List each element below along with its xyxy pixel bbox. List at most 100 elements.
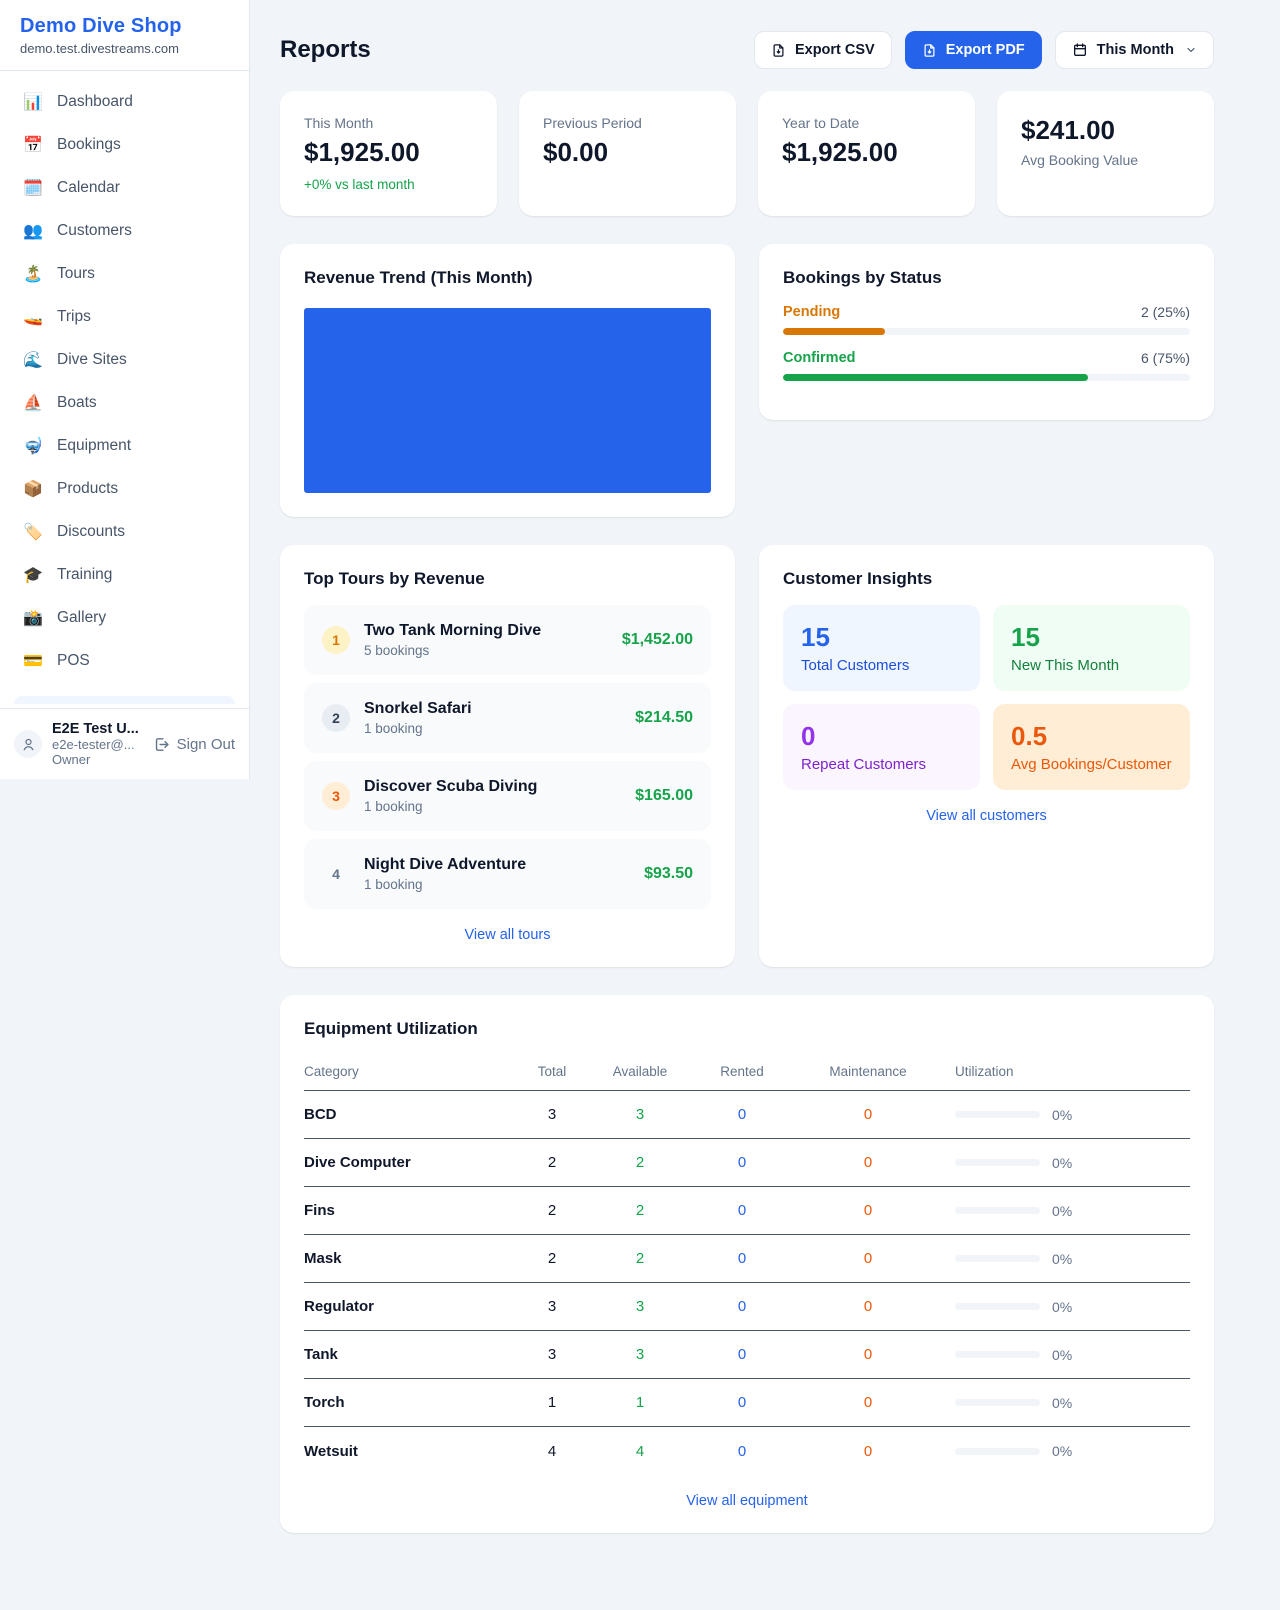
- cell-category: Torch: [304, 1394, 504, 1411]
- view-all-customers-link[interactable]: View all customers: [783, 808, 1190, 824]
- equipment-table-header: Category Total Available Rented Maintena…: [304, 1053, 1190, 1091]
- sidebar-item-dashboard[interactable]: 📊Dashboard: [0, 80, 249, 123]
- rank-badge: 2: [322, 704, 350, 732]
- sidebar-item-products[interactable]: 📦Products: [0, 467, 249, 510]
- tour-name: Snorkel Safari: [364, 700, 621, 718]
- tour-info: Snorkel Safari 1 booking: [364, 700, 621, 736]
- tour-name: Discover Scuba Diving: [364, 778, 621, 796]
- sidebar-item-gallery[interactable]: 📸Gallery: [0, 596, 249, 639]
- table-row: Dive Computer 2 2 0 0 0%: [304, 1139, 1190, 1187]
- tile-value: 15: [801, 622, 962, 653]
- sidebar-item-trips[interactable]: 🚤Trips: [0, 295, 249, 338]
- shop-domain: demo.test.divestreams.com: [20, 41, 229, 56]
- sidebar-item-customers[interactable]: 👥Customers: [0, 209, 249, 252]
- tile-label: New This Month: [1011, 657, 1172, 674]
- utilization-bar-track: [955, 1207, 1040, 1214]
- sidebar-item-discounts[interactable]: 🏷️Discounts: [0, 510, 249, 553]
- utilization-bar-track: [955, 1351, 1040, 1358]
- cell-rented: 0: [680, 1443, 804, 1460]
- col-utilization: Utilization: [932, 1064, 1190, 1079]
- sidebar-header: Demo Dive Shop demo.test.divestreams.com: [0, 0, 249, 71]
- view-all-equipment-link[interactable]: View all equipment: [304, 1493, 1190, 1509]
- tile-value: 15: [1011, 622, 1172, 653]
- sidebar-item-label: Dive Sites: [57, 351, 127, 369]
- tour-name: Two Tank Morning Dive: [364, 622, 608, 640]
- user-name: E2E Test U...: [52, 721, 143, 737]
- status-bar-track: [783, 328, 1190, 335]
- top-tours-title: Top Tours by Revenue: [304, 569, 711, 589]
- cell-total: 3: [504, 1106, 600, 1123]
- status-bar-track: [783, 374, 1190, 381]
- view-all-tours-link[interactable]: View all tours: [304, 927, 711, 943]
- tile-label: Total Customers: [801, 657, 962, 674]
- cell-utilization: 0%: [932, 1251, 1190, 1267]
- stat-value: $1,925.00: [304, 137, 473, 168]
- cell-rented: 0: [680, 1154, 804, 1171]
- main-content: Reports Export CSV Export PDF This Month…: [250, 0, 1280, 1593]
- status-line-pending: Pending 2 (25%): [783, 304, 1190, 320]
- tile-avg-bookings-customer: 0.5 Avg Bookings/Customer: [993, 704, 1190, 790]
- cell-maintenance: 0: [804, 1106, 932, 1123]
- export-pdf-button[interactable]: Export PDF: [905, 31, 1042, 69]
- cell-total: 1: [504, 1394, 600, 1411]
- cell-available: 1: [600, 1394, 680, 1411]
- sidebar-item-boats[interactable]: ⛵Boats: [0, 381, 249, 424]
- tour-row: 2 Snorkel Safari 1 booking $214.50: [304, 683, 711, 753]
- sidebar-item-label: Equipment: [57, 437, 131, 455]
- tour-row: 1 Two Tank Morning Dive 5 bookings $1,45…: [304, 605, 711, 675]
- period-select[interactable]: This Month: [1055, 31, 1214, 69]
- sidebar-item-active-partial[interactable]: [14, 696, 235, 704]
- tour-row: 3 Discover Scuba Diving 1 booking $165.0…: [304, 761, 711, 831]
- cell-category: Tank: [304, 1346, 504, 1363]
- sidebar-item-training[interactable]: 🎓Training: [0, 553, 249, 596]
- sidebar-item-label: Boats: [57, 394, 97, 412]
- sidebar-item-label: POS: [57, 652, 90, 670]
- cell-available: 3: [600, 1346, 680, 1363]
- status-label: Confirmed: [783, 350, 856, 366]
- label-tag-icon: 🏷️: [22, 522, 44, 541]
- sidebar-item-dive-sites[interactable]: 🌊Dive Sites: [0, 338, 249, 381]
- sidebar-item-pos[interactable]: 💳 POS: [0, 639, 249, 682]
- revenue-trend-card: Revenue Trend (This Month): [280, 244, 735, 517]
- sidebar-item-equipment[interactable]: 🤿 Equipment: [0, 424, 249, 467]
- cell-utilization: 0%: [932, 1155, 1190, 1171]
- cell-rented: 0: [680, 1346, 804, 1363]
- sign-out-button[interactable]: Sign Out: [153, 736, 235, 753]
- tour-list: 1 Two Tank Morning Dive 5 bookings $1,45…: [304, 605, 711, 909]
- status-list: Pending 2 (25%) Confirmed 6 (75%): [783, 304, 1190, 381]
- package-icon: 📦: [22, 479, 44, 498]
- stat-card-this-month: This Month $1,925.00 +0% vs last month: [280, 91, 497, 216]
- cell-available: 2: [600, 1202, 680, 1219]
- status-line-confirmed: Confirmed 6 (75%): [783, 350, 1190, 366]
- cell-total: 3: [504, 1346, 600, 1363]
- col-rented: Rented: [680, 1064, 804, 1079]
- sidebar-item-bookings[interactable]: 📅Bookings: [0, 123, 249, 166]
- revenue-trend-chart: [304, 308, 711, 493]
- tour-info: Night Dive Adventure 1 booking: [364, 856, 630, 892]
- cell-category: Regulator: [304, 1298, 504, 1315]
- tour-revenue: $165.00: [635, 787, 693, 805]
- table-row: Mask 2 2 0 0 0%: [304, 1235, 1190, 1283]
- sidebar-item-tours[interactable]: 🏝️Tours: [0, 252, 249, 295]
- stat-card-previous-period: Previous Period $0.00: [519, 91, 736, 216]
- tour-bookings: 1 booking: [364, 721, 621, 736]
- tour-info: Two Tank Morning Dive 5 bookings: [364, 622, 608, 658]
- col-total: Total: [504, 1064, 600, 1079]
- people-icon: 👥: [22, 221, 44, 240]
- utilization-percent: 0%: [1052, 1155, 1072, 1171]
- col-category: Category: [304, 1064, 504, 1079]
- utilization-percent: 0%: [1052, 1251, 1072, 1267]
- tile-new-this-month: 15 New This Month: [993, 605, 1190, 691]
- rank-badge: 1: [322, 626, 350, 654]
- cell-rented: 0: [680, 1298, 804, 1315]
- speedboat-icon: 🚤: [22, 307, 44, 326]
- cell-utilization: 0%: [932, 1395, 1190, 1411]
- export-csv-button[interactable]: Export CSV: [754, 31, 892, 69]
- col-available: Available: [600, 1064, 680, 1079]
- utilization-percent: 0%: [1052, 1107, 1072, 1123]
- sidebar-item-calendar[interactable]: 🗓️Calendar: [0, 166, 249, 209]
- credit-card-icon: 💳: [22, 651, 44, 670]
- diving-mask-icon: 🤿: [22, 436, 44, 455]
- file-export-icon: [771, 43, 786, 58]
- person-icon: [21, 737, 36, 752]
